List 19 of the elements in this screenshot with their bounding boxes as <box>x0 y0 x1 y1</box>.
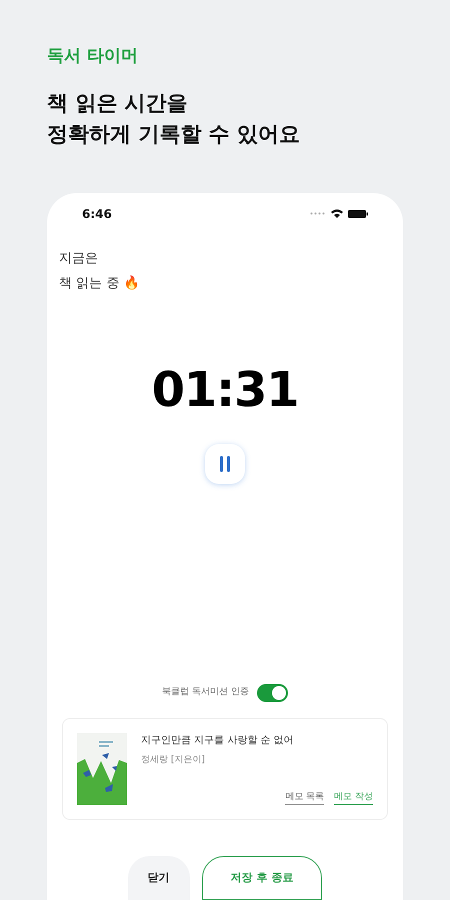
mission-label: 북클럽 독서미션 인증 <box>162 686 249 700</box>
signal-dots-icon <box>310 212 326 215</box>
headline: 책 읽은 시간을 정확하게 기록할 수 있어요 <box>47 90 301 148</box>
toggle-switch[interactable] <box>256 684 288 702</box>
section-label: 독서 타이머 <box>47 45 139 68</box>
book-author: 정세랑 [지은이] <box>141 754 206 767</box>
status-time: 6:46 <box>82 206 112 222</box>
memo-link[interactable]: 메모 작성 <box>334 790 373 805</box>
status-text: 책 읽는 중 🔥 <box>59 274 140 293</box>
book-title: 지구인만큼 지구를 사랑할 순 없어 <box>141 734 295 748</box>
wifi-icon <box>331 209 343 218</box>
save-button[interactable]: 저장 후 종료 <box>202 856 322 900</box>
pause-button[interactable] <box>205 444 245 484</box>
memo-link[interactable]: 메모 목록 <box>285 790 324 805</box>
battery-icon <box>348 210 368 218</box>
close-button[interactable]: 닫기 <box>128 856 190 900</box>
status-text: 지금은 <box>59 250 98 268</box>
timer-display: 01:31 <box>152 366 298 414</box>
pause-icon <box>220 456 230 472</box>
